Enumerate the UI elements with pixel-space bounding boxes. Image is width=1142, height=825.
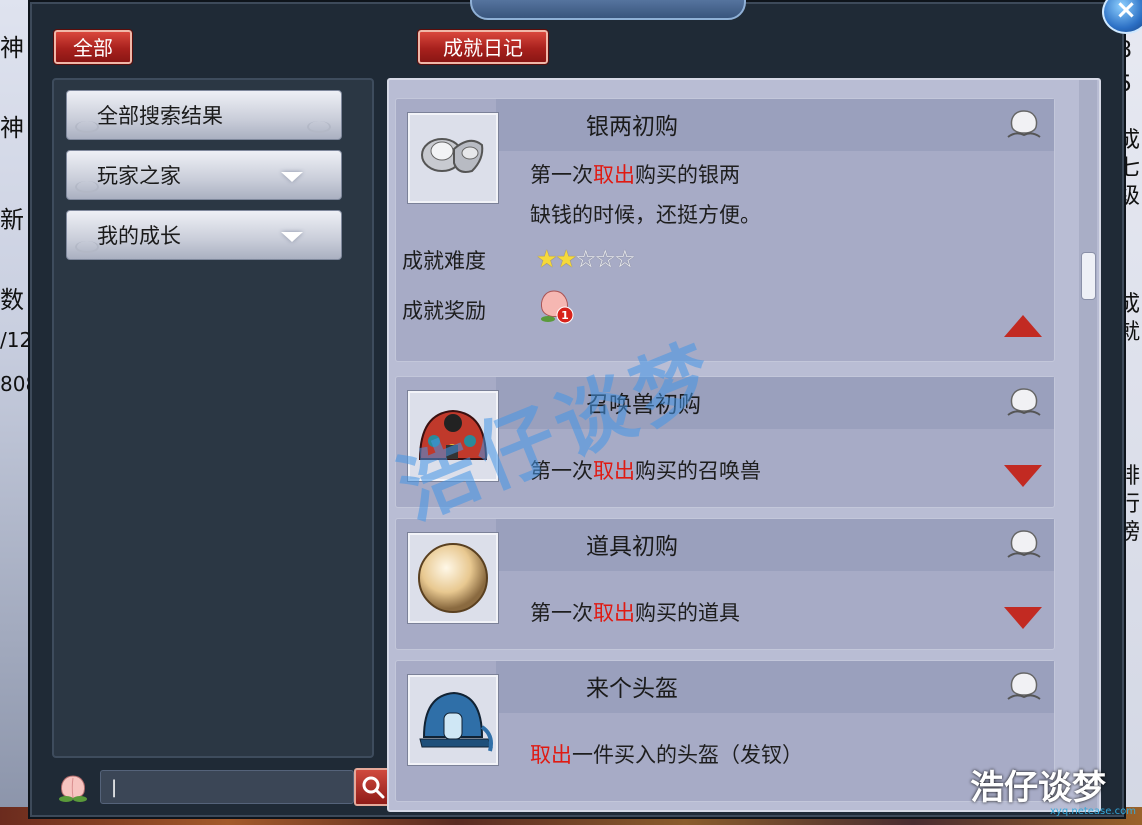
bg-text: 808 [0, 372, 30, 396]
achievement-title: 银两初购 [586, 114, 678, 140]
expand-arrow-icon[interactable] [1004, 607, 1042, 629]
peach-icon [59, 775, 87, 802]
desc-suffix: 一件买入的头盔（发钗） [572, 743, 803, 767]
achievement-description: 第一次取出购买的道具 [530, 597, 740, 627]
achievement-icon-frame [408, 675, 498, 765]
achievement-description: 第一次取出购买的银两 [530, 159, 740, 189]
bg-text: 数 [0, 286, 24, 314]
reward-badge-count: 1 [561, 309, 569, 322]
achievement-description: 取出一件买入的头盔（发钗） [530, 739, 803, 769]
desc-highlight: 取出 [593, 163, 635, 187]
corner-watermark: 浩仔谈梦 [970, 768, 1106, 808]
bg-text: 神 [0, 114, 24, 142]
achievement-description-2: 缺钱的时候，还挺方便。 [530, 203, 761, 227]
chevron-down-icon [281, 172, 303, 182]
summon-beast-icon [418, 409, 488, 460]
star-icon: ★ [555, 245, 577, 273]
star-empty-icon: ☆ [614, 245, 635, 273]
scrollbar-thumb[interactable] [1081, 252, 1096, 300]
site-watermark: xyq.netease.com [1050, 806, 1136, 817]
peach-outline-icon [1007, 672, 1041, 700]
category-label: 我的成长 [97, 224, 181, 248]
collapse-arrow-icon[interactable] [1004, 315, 1042, 337]
achievement-card[interactable]: 来个头盔 取出一件买入的头盔（发钗） [395, 660, 1055, 802]
achievement-title: 来个头盔 [586, 676, 678, 702]
peach-outline-icon [1007, 388, 1041, 416]
card-titlebar [496, 661, 1054, 713]
silver-ingot-icon [421, 138, 484, 173]
peach-outline-icon [1007, 110, 1041, 138]
achievement-card[interactable]: 银两初购 第一次取出购买的银两 缺钱的时候，还挺方便。 成就难度 ★★☆☆☆ 成… [395, 98, 1055, 362]
desc-suffix: 购买的道具 [635, 601, 740, 625]
all-button[interactable]: 全部 [53, 29, 133, 65]
bg-text: 新 [0, 206, 24, 234]
pearl-icon [418, 543, 488, 613]
difficulty-stars: ★★☆☆☆ [536, 245, 636, 273]
search-input[interactable] [100, 770, 354, 804]
category-label: 玩家之家 [97, 164, 181, 188]
window-title [470, 0, 746, 20]
difficulty-label: 成就难度 [402, 249, 486, 273]
swirl-ornament [75, 181, 99, 193]
category-my-growth[interactable]: 我的成长 [66, 210, 342, 260]
desc-suffix: 购买的召唤兽 [635, 459, 761, 483]
achievement-title: 召唤兽初购 [586, 392, 701, 418]
search-bar [52, 766, 392, 808]
peach-outline-icon [1007, 530, 1041, 558]
category-panel: 全部搜索结果 玩家之家 我的成长 [52, 78, 374, 758]
desc-suffix: 购买的银两 [635, 163, 740, 187]
bg-text: 神 [0, 34, 24, 62]
scrollbar-track[interactable] [1079, 80, 1097, 810]
reward-label: 成就奖励 [402, 299, 486, 323]
desc-prefix: 第一次 [530, 459, 593, 483]
peach-reward-icon[interactable]: 1 [536, 285, 576, 325]
category-label: 全部搜索结果 [97, 104, 223, 128]
close-button[interactable]: × [1102, 0, 1142, 34]
desc-prefix: 第一次 [530, 163, 593, 187]
desc-highlight: 取出 [593, 601, 635, 625]
swirl-ornament [75, 121, 99, 133]
star-icon: ★ [536, 245, 557, 273]
achievement-icon-frame [408, 391, 498, 481]
achievement-diary-button[interactable]: 成就日记 [417, 29, 549, 65]
star-empty-icon: ☆ [575, 245, 596, 273]
card-titlebar [496, 377, 1054, 429]
card-titlebar [496, 519, 1054, 571]
desc-highlight: 取出 [530, 743, 572, 767]
close-icon: × [1115, 0, 1137, 25]
achievement-title: 道具初购 [586, 534, 678, 560]
category-all-results[interactable]: 全部搜索结果 [66, 90, 342, 140]
desc-prefix: 第一次 [530, 601, 593, 625]
achievement-icon-frame [408, 113, 498, 203]
achievement-description: 第一次取出购买的召唤兽 [530, 455, 761, 485]
bg-text: /12 [0, 328, 30, 352]
search-icon [362, 776, 385, 799]
chevron-down-icon [281, 232, 303, 242]
achievement-window: × 全部 成就日记 全部搜索结果 玩家之家 我的成长 | 银两初购 第一次取出购… [28, 0, 1142, 819]
swirl-ornament [75, 241, 99, 253]
achievement-card[interactable]: 道具初购 第一次取出购买的道具 [395, 518, 1055, 650]
achievement-icon-frame [408, 533, 498, 623]
achievement-card[interactable]: 召唤兽初购 第一次取出购买的召唤兽 [395, 376, 1055, 508]
helmet-icon [419, 691, 493, 752]
background-left-strip: 神 神 新 数 /12 808 [0, 0, 30, 825]
achievement-list[interactable]: 银两初购 第一次取出购买的银两 缺钱的时候，还挺方便。 成就难度 ★★☆☆☆ 成… [387, 78, 1101, 812]
category-player-home[interactable]: 玩家之家 [66, 150, 342, 200]
desc-highlight: 取出 [593, 459, 635, 483]
expand-arrow-icon[interactable] [1004, 465, 1042, 487]
swirl-ornament [307, 121, 331, 133]
card-titlebar [496, 99, 1054, 151]
star-empty-icon: ☆ [594, 245, 616, 273]
